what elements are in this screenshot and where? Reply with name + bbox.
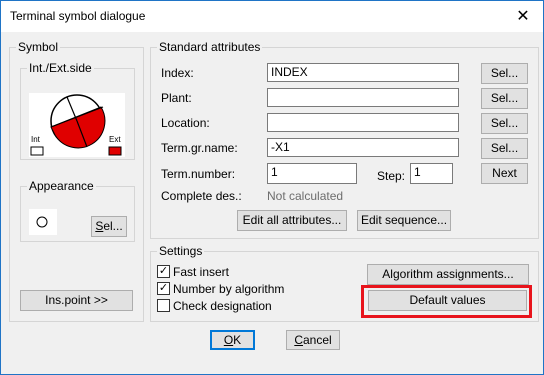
term-group-select-button[interactable]: Sel... [481, 138, 528, 159]
term-group-name-field[interactable]: -X1 [267, 138, 459, 157]
cancel-button[interactable]: Cancel [286, 330, 340, 350]
term-group-name-label: Term.gr.name: [161, 141, 238, 155]
location-label: Location: [161, 116, 210, 130]
plant-select-button[interactable]: Sel... [481, 88, 528, 109]
close-icon[interactable]: ✕ [503, 1, 543, 32]
plant-field[interactable] [267, 88, 459, 107]
int-side-box [30, 146, 44, 156]
step-label: Step: [377, 169, 406, 183]
settings-label: Settings [157, 244, 205, 258]
check-designation-checkbox[interactable] [157, 299, 170, 312]
fast-insert-checkbox[interactable]: ✓ [157, 265, 170, 278]
appearance-label: Appearance [27, 179, 96, 193]
int-ext-side-label: Int./Ext.side [27, 61, 94, 75]
ext-side-box [108, 146, 122, 156]
circle-icon [36, 216, 48, 228]
edit-all-attributes-button[interactable]: Edit all attributes... [237, 210, 347, 231]
ext-side-label: Ext [109, 135, 121, 144]
complete-designation-value: Not calculated [267, 189, 344, 203]
terminal-symbol-dialog: Terminal symbol dialogue ✕ Symbol Int./E… [0, 0, 544, 375]
next-button[interactable]: Next [481, 163, 528, 184]
appearance-select-button[interactable]: Sel... [91, 216, 127, 237]
terminal-symbol-icon [30, 94, 122, 156]
step-field[interactable]: 1 [410, 163, 453, 184]
standard-attributes-group: Standard attributes Index: INDEX Sel... … [150, 40, 539, 239]
term-number-label: Term.number: [161, 167, 236, 181]
default-values-button[interactable]: Default values [368, 290, 527, 311]
complete-designation-label: Complete des.: [161, 189, 242, 203]
standard-attributes-label: Standard attributes [157, 40, 263, 54]
appearance-group: Appearance Sel... [20, 179, 135, 242]
int-ext-side-group: Int./Ext.side Int Ext [20, 61, 135, 160]
index-select-button[interactable]: Sel... [481, 63, 528, 84]
location-field[interactable] [267, 113, 459, 132]
number-by-algorithm-checkbox[interactable]: ✓ [157, 282, 170, 295]
term-number-field[interactable]: 1 [267, 163, 357, 184]
appearance-preview [29, 209, 57, 235]
symbol-group-label: Symbol [16, 40, 61, 54]
fast-insert-label: Fast insert [173, 265, 230, 279]
ok-button[interactable]: OK [210, 330, 255, 350]
symbol-preview[interactable]: Int Ext [29, 93, 125, 157]
window-title: Terminal symbol dialogue [10, 9, 146, 23]
title-bar: Terminal symbol dialogue ✕ [1, 1, 543, 32]
index-field[interactable]: INDEX [267, 63, 459, 82]
number-by-algorithm-label: Number by algorithm [173, 282, 285, 296]
index-label: Index: [161, 66, 194, 80]
check-designation-label: Check designation [173, 299, 272, 313]
location-select-button[interactable]: Sel... [481, 113, 528, 134]
edit-sequence-button[interactable]: Edit sequence... [357, 210, 451, 231]
plant-label: Plant: [161, 91, 192, 105]
symbol-group: Symbol Int./Ext.side Int Ext Appearance [9, 40, 144, 322]
settings-group: Settings ✓ Fast insert ✓ Number by algor… [150, 244, 539, 322]
int-side-label: Int [31, 135, 40, 144]
ins-point-button[interactable]: Ins.point >> [20, 290, 133, 311]
algorithm-assignments-button[interactable]: Algorithm assignments... [367, 264, 529, 285]
